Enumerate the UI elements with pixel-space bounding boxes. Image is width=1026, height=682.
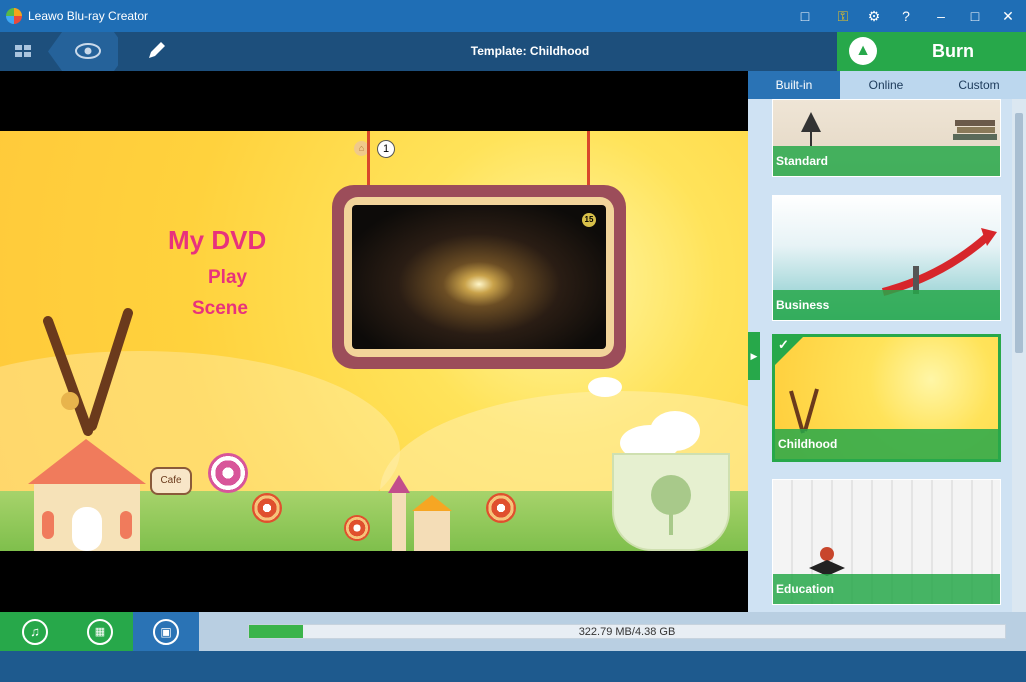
lollipop-decor xyxy=(208,453,248,493)
image-icon[interactable]: ▦ xyxy=(87,619,113,645)
media-buttons-group: ♫ ▦ xyxy=(0,612,133,651)
menu-preview: ⌂ 1 15 My DVD Play Scene Cafe xyxy=(0,71,748,612)
lollipop-decor xyxy=(344,515,370,541)
chapter-badge: 15 xyxy=(582,213,596,227)
grid-icon xyxy=(15,45,31,57)
maximize-icon[interactable]: □ xyxy=(964,6,986,26)
template-label-childhood: Childhood xyxy=(775,429,998,459)
collapse-sidebar-button[interactable]: ▶ xyxy=(748,332,760,380)
cloud-decor xyxy=(650,411,700,451)
sidebar-scrollbar[interactable] xyxy=(1012,99,1026,612)
template-label: Template: Childhood xyxy=(470,44,590,58)
eye-icon xyxy=(75,43,101,59)
frame-rope-right xyxy=(587,131,590,187)
tree-icon xyxy=(651,475,691,535)
grid-view-button[interactable] xyxy=(0,32,48,71)
disc-space-text: 322.79 MB/4.38 GB xyxy=(578,626,676,638)
video-thumbnail[interactable]: 15 xyxy=(352,205,606,349)
page-number-badge: 1 xyxy=(377,140,395,158)
bottom-bar: ♫ ▦ ▣ 322.79 MB/4.38 GB xyxy=(0,612,1026,651)
video-frame: 15 xyxy=(332,185,626,369)
lamp-decor xyxy=(801,112,821,146)
scene-button[interactable]: Scene xyxy=(192,298,248,320)
childhood-menu-background: ⌂ 1 15 My DVD Play Scene Cafe xyxy=(0,131,748,551)
flame-icon: ▲ xyxy=(849,37,877,65)
scrollbar-thumb[interactable] xyxy=(1015,113,1023,353)
menu-title[interactable]: My DVD xyxy=(168,225,266,256)
chat-icon[interactable]: □ xyxy=(794,6,816,26)
apple-hat-decor xyxy=(809,547,845,576)
window-title: Leawo Blu-ray Creator xyxy=(28,9,149,23)
template-label-education: Education xyxy=(773,574,1000,604)
save-template-button[interactable]: ▣ xyxy=(133,612,199,651)
save-icon: ▣ xyxy=(153,619,179,645)
title-bar: Leawo Blu-ray Creator □ ⚿ ⚙ ? – □ ✕ xyxy=(0,0,1026,32)
key-icon[interactable]: ⚿ xyxy=(832,6,854,26)
template-tabs: Built-in Online Custom xyxy=(748,71,1026,99)
minimize-icon[interactable]: – xyxy=(930,6,952,26)
lollipop-decor xyxy=(252,493,282,523)
burn-label: Burn xyxy=(932,41,974,61)
template-card-education[interactable]: Education xyxy=(772,479,1001,605)
tab-online[interactable]: Online xyxy=(840,71,932,99)
castle-decor xyxy=(388,475,452,551)
lollipop-decor xyxy=(486,493,516,523)
frame-rope-left xyxy=(367,131,370,187)
close-icon[interactable]: ✕ xyxy=(997,6,1019,26)
pretzel-sticks-decor xyxy=(43,308,133,436)
edit-button[interactable] xyxy=(118,32,188,71)
play-button[interactable]: Play xyxy=(208,267,247,289)
template-label-standard: Standard xyxy=(773,146,1000,176)
app-logo-icon xyxy=(6,8,22,24)
template-card-childhood[interactable]: ✓ Childhood xyxy=(772,334,1001,462)
tab-custom[interactable]: Custom xyxy=(932,71,1026,99)
cloud-decor xyxy=(588,377,622,397)
preview-button[interactable] xyxy=(48,32,128,71)
arrow-chart-decor xyxy=(881,228,997,296)
template-card-business[interactable]: Business xyxy=(772,195,1001,321)
cafe-sign: Cafe xyxy=(150,467,192,495)
status-bar xyxy=(0,651,1026,682)
help-icon[interactable]: ? xyxy=(895,6,917,26)
checkmark-icon: ✓ xyxy=(778,337,789,352)
video-frame-inner: 15 xyxy=(344,197,614,357)
disc-space-bar: 322.79 MB/4.38 GB xyxy=(248,624,1006,639)
template-label-business: Business xyxy=(773,290,1000,320)
template-card-standard[interactable]: Standard xyxy=(772,99,1001,177)
pencil-icon xyxy=(149,42,165,58)
teacup-decor xyxy=(612,453,730,551)
burn-button[interactable]: ▲ Burn xyxy=(837,32,1026,71)
gear-icon[interactable]: ⚙ xyxy=(863,6,885,26)
music-icon[interactable]: ♫ xyxy=(22,619,48,645)
house-decor xyxy=(28,439,146,551)
tab-built-in[interactable]: Built-in xyxy=(748,71,840,99)
